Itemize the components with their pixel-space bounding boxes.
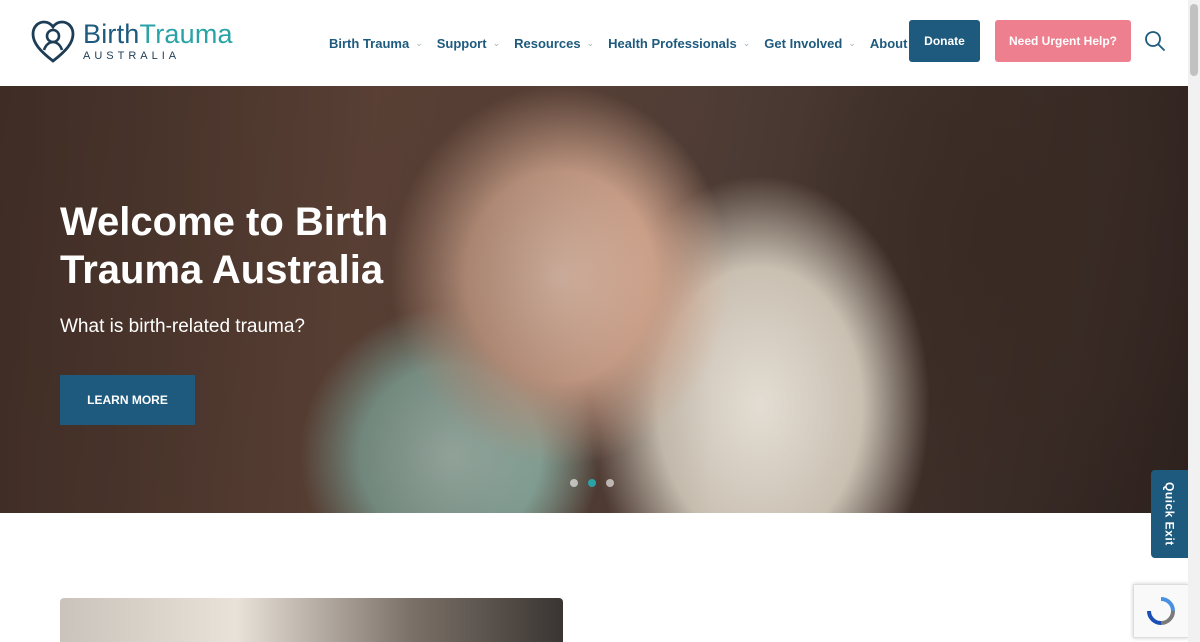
- nav-item-label: Support: [436, 35, 487, 51]
- recaptcha-badge[interactable]: [1133, 584, 1189, 638]
- main-nav: Birth Trauma ⌄ Support ⌄ Resources ⌄ Health…: [329, 0, 955, 86]
- page-scrollbar[interactable]: [1188, 0, 1200, 642]
- donate-button[interactable]: Donate: [909, 20, 980, 62]
- nav-item-get-involved[interactable]: Get Involved ⌄: [764, 36, 856, 51]
- search-icon[interactable]: [1144, 30, 1166, 52]
- logo-title-part1: Birth: [83, 18, 140, 49]
- nav-item-label: Health Professionals: [608, 35, 737, 51]
- logo-text: BirthTrauma AUSTRALIA: [83, 18, 233, 62]
- quick-exit-label: Quick Exit: [1162, 482, 1177, 546]
- hero-title: Welcome to Birth Trauma Australia: [60, 200, 389, 292]
- nav-item-health-professionals[interactable]: Health Professionals ⌄: [608, 36, 750, 51]
- logo-tagline: AUSTRALIA: [83, 49, 181, 62]
- nav-item-label: Get Involved: [764, 35, 843, 51]
- nav-item-birth-trauma[interactable]: Birth Trauma ⌄: [329, 36, 423, 51]
- nav-item-resources[interactable]: Resources ⌄: [514, 36, 594, 51]
- nav-item-label: Birth Trauma: [329, 35, 410, 51]
- nav-item-label: Resources: [514, 35, 581, 51]
- hero-subtitle: What is birth-related trauma?: [60, 316, 305, 337]
- logo-title: BirthTrauma: [83, 18, 233, 49]
- scrollbar-thumb[interactable]: [1190, 4, 1198, 76]
- recaptcha-icon: [1147, 597, 1175, 625]
- site-logo[interactable]: BirthTrauma AUSTRALIA: [30, 18, 233, 64]
- chevron-down-icon: ⌄: [415, 37, 423, 48]
- learn-more-button[interactable]: LEARN MORE: [60, 375, 195, 425]
- logo-title-part2: Trauma: [139, 18, 233, 49]
- page: BirthTrauma AUSTRALIA Birth Trauma ⌄ Supp…: [0, 0, 1200, 642]
- chevron-down-icon: ⌄: [586, 37, 595, 48]
- chevron-down-icon: ⌄: [492, 37, 501, 48]
- hero-banner: Welcome to Birth Trauma Australia What i…: [0, 86, 1188, 513]
- slider-dot-3[interactable]: [606, 479, 614, 487]
- content-card-image[interactable]: [60, 598, 563, 642]
- site-header: BirthTrauma AUSTRALIA Birth Trauma ⌄ Supp…: [0, 0, 1188, 86]
- slider-dot-2[interactable]: [588, 479, 596, 487]
- quick-exit-button[interactable]: Quick Exit: [1151, 470, 1188, 558]
- slider-dots: [570, 479, 624, 487]
- slider-dot-1[interactable]: [570, 479, 578, 487]
- chevron-down-icon: ⌄: [848, 37, 856, 48]
- heart-logo-icon: [31, 20, 75, 63]
- hero-image-overlay: [0, 86, 1188, 513]
- need-urgent-help-button[interactable]: Need Urgent Help?: [995, 20, 1131, 62]
- chevron-down-icon: ⌄: [742, 37, 751, 48]
- nav-item-support[interactable]: Support ⌄: [437, 36, 500, 51]
